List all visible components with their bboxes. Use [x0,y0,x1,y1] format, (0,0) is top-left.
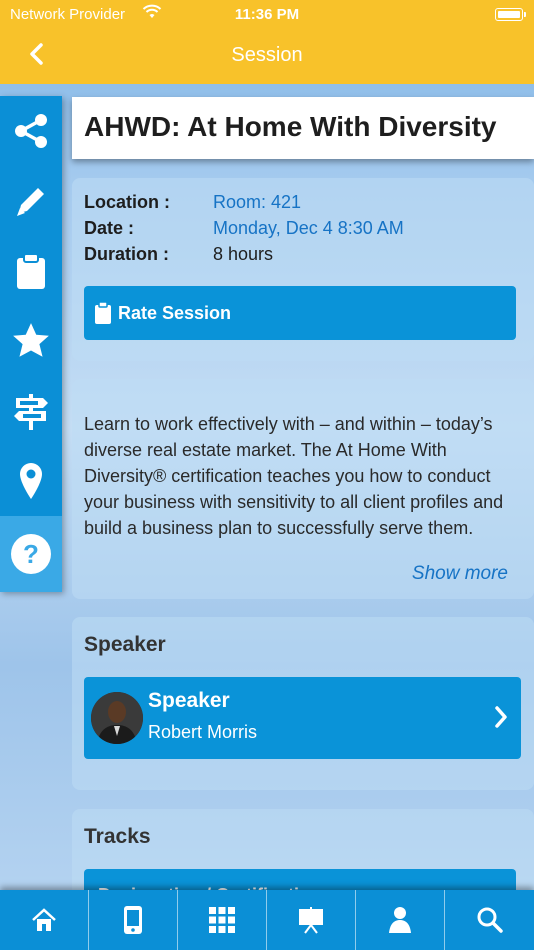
avatar [91,692,143,744]
directions-button[interactable] [0,376,62,446]
speaker-name: Robert Morris [148,722,258,742]
date-link[interactable]: Monday, Dec 4 8:30 AM [213,218,404,239]
clipboard-icon [17,253,45,289]
qr-grid-icon [209,907,235,933]
clock: 11:36 PM [234,6,300,23]
svg-text:?: ? [23,539,39,569]
favorite-button[interactable] [0,306,62,376]
presentation-icon [299,907,323,934]
share-button[interactable] [0,96,62,166]
status-bar: Network Provider 11:36 PM [0,4,534,26]
pencil-icon [17,188,44,216]
home-icon [32,908,56,931]
bottom-tab-bar [0,890,534,950]
map-pin-icon [20,463,42,499]
description-panel: Learn to work effectively with – and wit… [72,379,534,599]
signpost-icon [14,394,48,430]
session-info-panel: Location : Room: 421 Date : Monday, Dec … [72,178,534,361]
map-button[interactable] [0,446,62,516]
tab-presentations[interactable] [267,890,356,950]
chevron-right-icon [493,705,509,734]
tracks-section-title: Tracks [84,825,151,848]
tab-home[interactable] [0,890,89,950]
share-icon [15,114,47,148]
rate-session-label: Rate Session [118,303,232,323]
speaker-section-title: Speaker [84,633,166,656]
notes-button[interactable] [0,166,62,236]
battery-icon [495,8,526,21]
clipboard-icon [94,301,112,329]
person-icon [389,907,411,933]
show-more-link[interactable]: Show more [412,563,508,585]
page-title: Session [231,44,303,66]
date-label: Date : [84,218,135,238]
tab-mobile[interactable] [89,890,178,950]
duration-value: 8 hours [213,244,274,264]
speaker-role: Speaker [148,689,230,712]
tab-search[interactable] [445,890,534,950]
session-description: Learn to work effectively with – and wit… [84,414,504,538]
help-icon: ? [11,534,51,574]
tab-qr[interactable] [178,890,267,950]
location-link[interactable]: Room: 421 [213,192,301,213]
speaker-panel: Speaker Speaker Robert Morris [72,617,534,790]
session-title-card: AHWD: At Home With Diversity [72,97,534,159]
search-icon [477,907,503,933]
tab-people[interactable] [356,890,445,950]
location-label: Location : [84,192,170,212]
mobile-icon [124,906,142,934]
survey-button[interactable] [0,236,62,306]
rate-session-button[interactable]: Rate Session [84,286,516,340]
speaker-card[interactable]: Speaker Robert Morris [84,677,521,759]
session-title: AHWD: At Home With Diversity [84,111,497,142]
help-button[interactable]: ? [0,516,62,592]
duration-label: Duration : [84,244,169,264]
top-bar: Network Provider 11:36 PM Session [0,0,534,84]
star-icon [13,323,49,357]
side-toolbar: ? [0,96,62,592]
